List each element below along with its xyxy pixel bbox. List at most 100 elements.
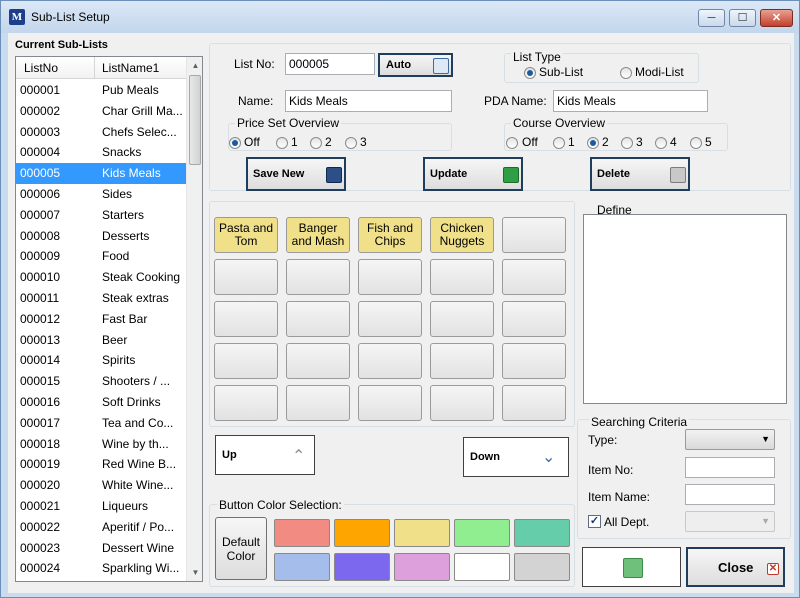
list-type-modilist-radio[interactable] [620, 67, 632, 79]
maximize-button[interactable]: ☐ [729, 9, 756, 27]
list-row[interactable]: 000003 Chefs Selec... [16, 122, 186, 143]
column-header-listname[interactable]: ListName1 [102, 61, 159, 75]
list-row[interactable]: 000014 Spirits [16, 350, 186, 371]
course-1-radio[interactable] [553, 137, 565, 149]
list-no-field[interactable] [285, 53, 375, 75]
recycle-button[interactable] [582, 547, 681, 587]
color-swatch[interactable] [514, 553, 570, 581]
scroll-thumb[interactable] [189, 75, 201, 165]
down-button[interactable]: Down ⌄ [463, 437, 569, 477]
list-row[interactable]: 000001 Pub Meals [16, 80, 186, 101]
type-dropdown[interactable]: ▼ [685, 429, 775, 450]
save-new-button[interactable]: Save New [246, 157, 346, 191]
list-row[interactable]: 000020 White Wine... [16, 475, 186, 496]
color-swatch[interactable] [274, 519, 330, 547]
menu-item-button[interactable] [502, 385, 566, 421]
column-header-listno[interactable]: ListNo [24, 61, 58, 75]
color-swatch[interactable] [334, 519, 390, 547]
menu-item-button[interactable] [430, 385, 494, 421]
name-field[interactable] [285, 90, 452, 112]
menu-item-button[interactable]: Chicken Nuggets [430, 217, 494, 253]
course-off-radio[interactable] [506, 137, 518, 149]
define-box[interactable] [583, 214, 787, 404]
list-row[interactable]: 000024 Sparkling Wi... [16, 558, 186, 579]
minimize-button[interactable]: ─ [698, 9, 725, 27]
color-swatch[interactable] [394, 553, 450, 581]
menu-item-button[interactable] [214, 259, 278, 295]
list-row[interactable]: 000002 Char Grill Ma... [16, 101, 186, 122]
list-row[interactable]: 000016 Soft Drinks [16, 392, 186, 413]
list-row[interactable]: 000004 Snacks [16, 142, 186, 163]
menu-item-button[interactable] [430, 343, 494, 379]
color-swatch[interactable] [454, 553, 510, 581]
list-row[interactable]: 000021 Liqueurs [16, 496, 186, 517]
delete-button[interactable]: Delete [590, 157, 690, 191]
menu-item-button[interactable] [214, 385, 278, 421]
list-row[interactable]: 000022 Aperitif / Po... [16, 517, 186, 538]
list-row[interactable]: 000006 Sides [16, 184, 186, 205]
column-divider[interactable] [94, 57, 95, 79]
list-row[interactable]: 000008 Desserts [16, 226, 186, 247]
course-3-radio[interactable] [621, 137, 633, 149]
course-2-radio[interactable] [587, 137, 599, 149]
list-row[interactable]: 000010 Steak Cooking [16, 267, 186, 288]
color-swatch[interactable] [454, 519, 510, 547]
default-color-button[interactable]: Default Color [215, 517, 267, 580]
menu-item-button[interactable] [430, 259, 494, 295]
menu-item-button[interactable] [358, 259, 422, 295]
list-row[interactable]: 000005 Kids Meals [16, 163, 186, 184]
menu-item-button[interactable] [502, 259, 566, 295]
list-row[interactable]: 000013 Beer [16, 330, 186, 351]
list-row[interactable]: 000017 Tea and Co... [16, 413, 186, 434]
dept-dropdown[interactable]: ▼ [685, 511, 775, 532]
price-set-3-radio[interactable] [345, 137, 357, 149]
list-row[interactable]: 000015 Shooters / ... [16, 371, 186, 392]
all-dept-checkbox[interactable]: ✓ [588, 515, 601, 528]
list-row[interactable]: 000009 Food [16, 246, 186, 267]
menu-item-button[interactable] [214, 301, 278, 337]
price-set-2-radio[interactable] [310, 137, 322, 149]
list-row[interactable]: 000023 Dessert Wine [16, 538, 186, 559]
price-set-off-radio[interactable] [229, 137, 241, 149]
color-swatch[interactable] [274, 553, 330, 581]
course-5-radio[interactable] [690, 137, 702, 149]
menu-item-button[interactable] [286, 301, 350, 337]
menu-item-button[interactable] [214, 343, 278, 379]
menu-item-button[interactable] [430, 301, 494, 337]
list-row[interactable]: 000011 Steak extras [16, 288, 186, 309]
color-swatch[interactable] [514, 519, 570, 547]
menu-item-button[interactable] [358, 343, 422, 379]
item-name-field[interactable] [685, 484, 775, 505]
menu-item-button[interactable] [502, 301, 566, 337]
menu-item-button[interactable] [358, 385, 422, 421]
menu-item-button[interactable] [286, 259, 350, 295]
close-button[interactable]: Close ✕ [686, 547, 785, 587]
update-button[interactable]: Update [423, 157, 523, 191]
menu-item-button[interactable]: Banger and Mash [286, 217, 350, 253]
menu-item-button[interactable]: Fish and Chips [358, 217, 422, 253]
auto-button[interactable]: Auto [378, 53, 453, 77]
pda-name-field[interactable] [553, 90, 708, 112]
list-row[interactable]: 000018 Wine by th... [16, 434, 186, 455]
item-no-field[interactable] [685, 457, 775, 478]
list-row[interactable]: 000019 Red Wine B... [16, 454, 186, 475]
list-type-sublist-radio[interactable] [524, 67, 536, 79]
scroll-up-icon[interactable]: ▲ [187, 57, 202, 74]
menu-item-button[interactable] [358, 301, 422, 337]
course-4-radio[interactable] [655, 137, 667, 149]
list-row[interactable]: 000012 Fast Bar [16, 309, 186, 330]
scroll-down-icon[interactable]: ▼ [187, 564, 202, 581]
window-close-button[interactable]: ✕ [760, 9, 793, 27]
list-scrollbar[interactable]: ▲ ▼ [186, 57, 202, 581]
menu-item-button[interactable]: Pasta and Tom [214, 217, 278, 253]
up-button[interactable]: Up ⌃ [215, 435, 315, 475]
list-row[interactable]: 000007 Starters [16, 205, 186, 226]
sub-list-listbox[interactable]: ListNo ListName1 000001 Pub Meals 000002 Ch… [15, 56, 203, 582]
menu-item-button[interactable] [502, 343, 566, 379]
menu-item-button[interactable] [502, 217, 566, 253]
color-swatch[interactable] [334, 553, 390, 581]
menu-item-button[interactable] [286, 343, 350, 379]
price-set-1-radio[interactable] [276, 137, 288, 149]
color-swatch[interactable] [394, 519, 450, 547]
menu-item-button[interactable] [286, 385, 350, 421]
